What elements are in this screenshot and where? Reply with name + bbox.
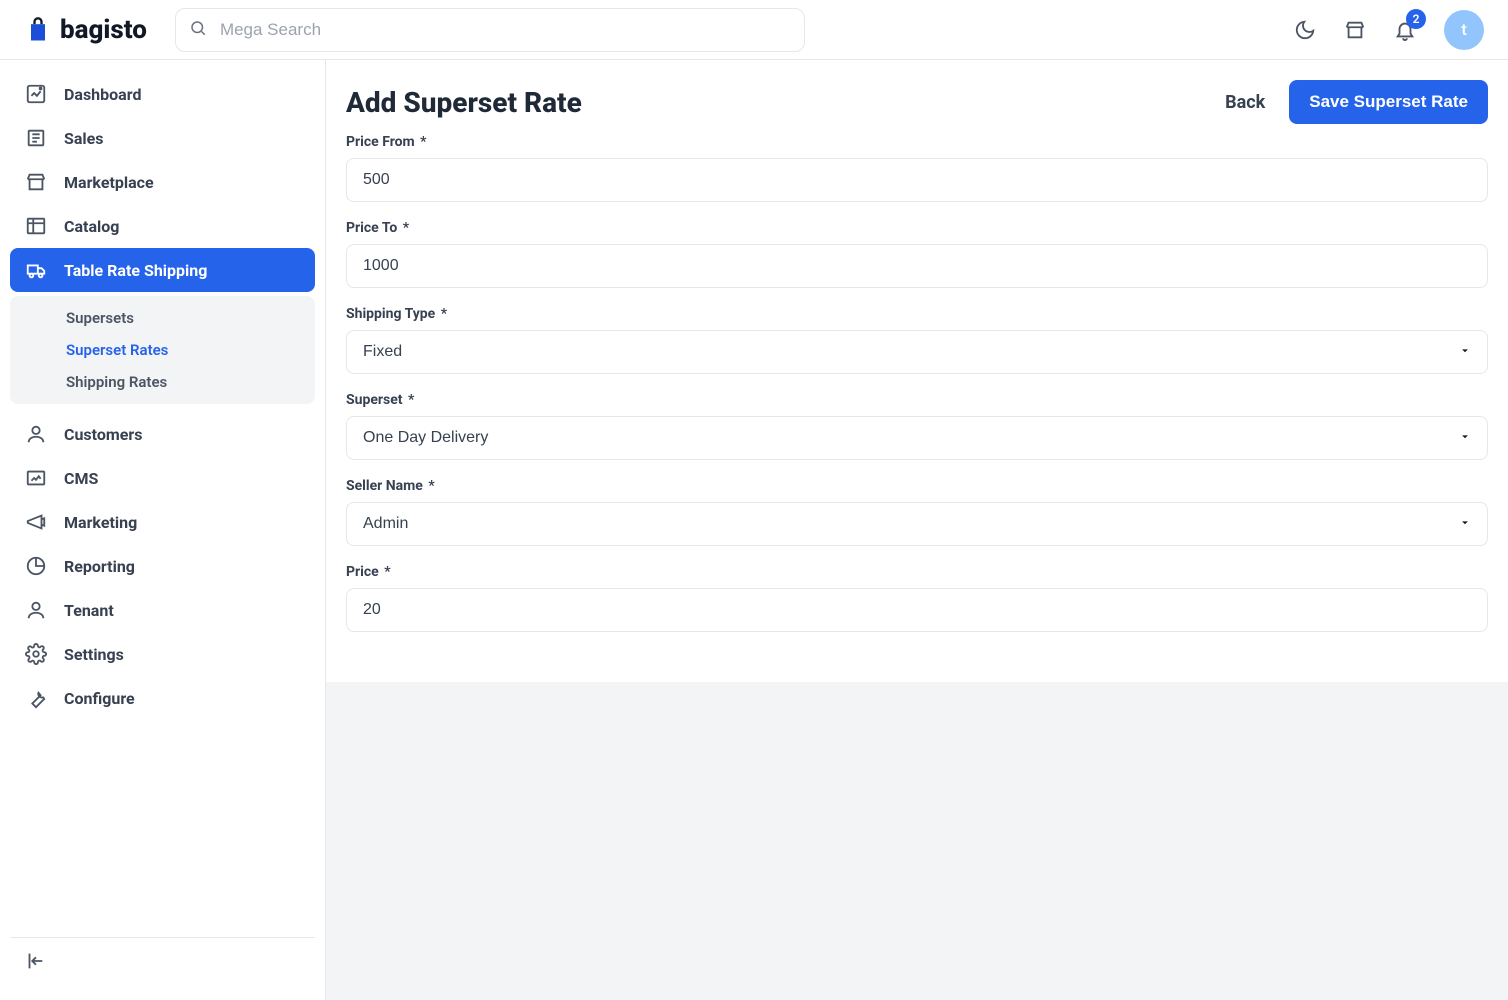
input-price[interactable] <box>346 588 1488 632</box>
sidebar-item-dashboard[interactable]: Dashboard <box>10 72 315 116</box>
avatar-initial: t <box>1461 20 1466 39</box>
sidebar-item-settings[interactable]: Settings <box>10 632 315 676</box>
field-superset: Superset * <box>346 392 1488 460</box>
sidebar-item-label: Dashboard <box>64 85 141 104</box>
avatar[interactable]: t <box>1444 10 1484 50</box>
storefront-icon[interactable] <box>1344 19 1366 41</box>
save-button[interactable]: Save Superset Rate <box>1289 80 1488 124</box>
reporting-icon <box>24 555 48 577</box>
sidebar-item-marketing[interactable]: Marketing <box>10 500 315 544</box>
field-shipping-type: Shipping Type * <box>346 306 1488 374</box>
marketplace-icon <box>24 171 48 193</box>
main: Add Superset Rate Back Save Superset Rat… <box>326 60 1508 1000</box>
field-price-from: Price From * <box>346 134 1488 202</box>
sidebar-item-catalog[interactable]: Catalog <box>10 204 315 248</box>
sidebar-item-label: Catalog <box>64 217 119 236</box>
gear-icon <box>24 643 48 665</box>
sidebar-item-label: Configure <box>64 689 135 708</box>
sidebar-footer <box>10 937 315 988</box>
sales-icon <box>24 127 48 149</box>
sidebar-item-label: Tenant <box>64 601 114 620</box>
empty-area <box>326 682 1508 1000</box>
topbar-actions: 2 t <box>1294 10 1484 50</box>
sidebar-item-customers[interactable]: Customers <box>10 412 315 456</box>
select-seller-name[interactable] <box>346 502 1488 546</box>
shipping-icon <box>24 259 48 281</box>
sidebar-subitem-label: Superset Rates <box>66 341 168 359</box>
sidebar-subitem-label: Shipping Rates <box>66 373 167 391</box>
back-link[interactable]: Back <box>1225 92 1265 113</box>
notifications-badge: 2 <box>1406 9 1426 29</box>
sidebar-subitem-shipping-rates[interactable]: Shipping Rates <box>10 366 315 398</box>
label-price-from: Price From * <box>346 134 1488 150</box>
notifications-icon[interactable]: 2 <box>1394 19 1416 41</box>
catalog-icon <box>24 215 48 237</box>
field-seller-name: Seller Name * <box>346 478 1488 546</box>
sidebar-subitem-label: Supersets <box>66 309 134 327</box>
sidebar-item-label: Marketing <box>64 513 137 532</box>
sidebar-item-label: CMS <box>64 469 98 488</box>
search-icon <box>189 19 207 41</box>
sidebar-item-label: Sales <box>64 129 104 148</box>
sidebar-subitem-supersets[interactable]: Supersets <box>10 302 315 334</box>
sidebar-subitem-superset-rates[interactable]: Superset Rates <box>10 334 315 366</box>
cms-icon <box>24 467 48 489</box>
brand-name: bagisto <box>60 15 147 45</box>
select-shipping-type[interactable] <box>346 330 1488 374</box>
input-price-to[interactable] <box>346 244 1488 288</box>
sidebar-item-label: Customers <box>64 425 142 444</box>
search-input[interactable] <box>175 8 805 52</box>
search-wrap <box>175 8 805 52</box>
sidebar-item-tenant[interactable]: Tenant <box>10 588 315 632</box>
input-price-from[interactable] <box>346 158 1488 202</box>
sidebar: Dashboard Sales Marketplace Catalog Tabl <box>0 60 326 1000</box>
page-head: Add Superset Rate Back Save Superset Rat… <box>346 80 1488 124</box>
sidebar-item-table-rate-shipping[interactable]: Table Rate Shipping <box>10 248 315 292</box>
brand-logo[interactable]: bagisto <box>24 15 147 45</box>
sidebar-subnav: Supersets Superset Rates Shipping Rates <box>10 296 315 404</box>
field-price-to: Price To * <box>346 220 1488 288</box>
bag-icon <box>24 16 52 44</box>
content-card: Add Superset Rate Back Save Superset Rat… <box>326 60 1508 682</box>
label-price-to: Price To * <box>346 220 1488 236</box>
sidebar-item-label: Reporting <box>64 557 135 576</box>
sidebar-item-marketplace[interactable]: Marketplace <box>10 160 315 204</box>
label-price: Price * <box>346 564 1488 580</box>
sidebar-item-cms[interactable]: CMS <box>10 456 315 500</box>
sidebar-item-label: Table Rate Shipping <box>64 261 207 280</box>
page-title: Add Superset Rate <box>346 86 582 119</box>
sidebar-item-label: Settings <box>64 645 124 664</box>
tenant-icon <box>24 599 48 621</box>
customers-icon <box>24 423 48 445</box>
sidebar-item-reporting[interactable]: Reporting <box>10 544 315 588</box>
sidebar-item-sales[interactable]: Sales <box>10 116 315 160</box>
collapse-sidebar-icon[interactable] <box>24 950 46 972</box>
dark-mode-icon[interactable] <box>1294 19 1316 41</box>
label-seller-name: Seller Name * <box>346 478 1488 494</box>
dashboard-icon <box>24 83 48 105</box>
select-superset[interactable] <box>346 416 1488 460</box>
label-superset: Superset * <box>346 392 1488 408</box>
field-price: Price * <box>346 564 1488 632</box>
marketing-icon <box>24 511 48 533</box>
topbar: bagisto 2 t <box>0 0 1508 60</box>
page-actions: Back Save Superset Rate <box>1225 80 1488 124</box>
sidebar-item-label: Marketplace <box>64 173 154 192</box>
label-shipping-type: Shipping Type * <box>346 306 1488 322</box>
wrench-icon <box>24 687 48 709</box>
sidebar-item-configure[interactable]: Configure <box>10 676 315 720</box>
